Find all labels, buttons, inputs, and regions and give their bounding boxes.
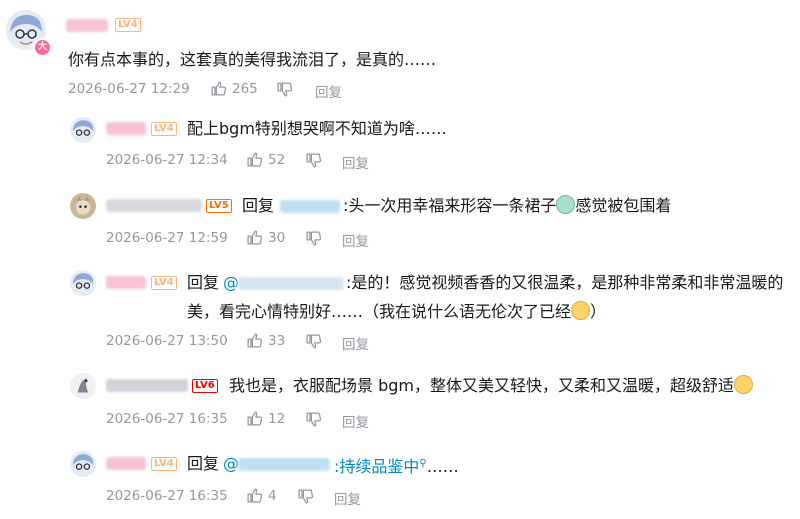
dislike-icon[interactable] bbox=[305, 230, 322, 247]
reply-button[interactable]: 回复 bbox=[315, 81, 342, 101]
like-icon[interactable] bbox=[210, 80, 227, 97]
avatar[interactable] bbox=[70, 270, 96, 296]
level-badge: LV6 bbox=[192, 379, 218, 393]
reply-text: 配上bgm特别想哭啊不知道为啥…… bbox=[187, 119, 447, 138]
reply-button[interactable]: 回复 bbox=[342, 333, 369, 353]
avatar[interactable] bbox=[70, 193, 96, 219]
reply-text-line2-main: 美，看完心情特别好……（我在说什么语无伦次了已经 bbox=[187, 302, 572, 321]
like-icon[interactable] bbox=[246, 229, 263, 246]
comment-time: 2026-06-27 12:29 bbox=[68, 81, 190, 97]
like-count: 4 bbox=[268, 488, 277, 504]
like-icon[interactable] bbox=[246, 151, 263, 168]
like-count: 52 bbox=[268, 152, 286, 168]
username-blurred[interactable] bbox=[106, 379, 188, 392]
avatar[interactable] bbox=[70, 117, 96, 143]
mention-link[interactable]: @ bbox=[223, 272, 239, 294]
reply-time: 2026-06-27 13:50 bbox=[106, 333, 228, 349]
reply-text: 我也是，衣服配场景 bgm，整体又美又轻快，又柔和又温暖，超级舒适 bbox=[229, 375, 753, 397]
reply-text-end: 感觉被包围着 bbox=[575, 196, 672, 215]
reply-button[interactable]: 回复 bbox=[342, 230, 369, 250]
level-badge: LV4 bbox=[151, 276, 177, 290]
reply-time: 2026-06-27 12:34 bbox=[106, 152, 228, 168]
reply-text-main: 我也是，衣服配场景 bgm，整体又美又轻快，又柔和又温暖，超级舒适 bbox=[229, 376, 734, 395]
reply-text-main: :头一次用幸福来形容一条裙子 bbox=[343, 196, 557, 215]
emoji-icon bbox=[571, 301, 591, 320]
reply-button[interactable]: 回复 bbox=[342, 411, 369, 431]
level-badge: LV5 bbox=[206, 199, 232, 213]
like-icon[interactable] bbox=[246, 332, 263, 349]
reply-time: 2026-06-27 16:35 bbox=[106, 411, 228, 427]
comment-text: 你有点本事的，这套真的美得我流泪了，是真的…… bbox=[68, 50, 437, 69]
emoji-icon bbox=[734, 375, 753, 394]
reply-time: 2026-06-27 12:59 bbox=[106, 230, 228, 246]
reply-text-end: …… bbox=[426, 457, 459, 476]
username-blurred[interactable] bbox=[66, 19, 108, 32]
dislike-icon[interactable] bbox=[305, 333, 322, 350]
username-blurred[interactable] bbox=[106, 122, 146, 135]
reply-button[interactable]: 回复 bbox=[342, 152, 369, 172]
reply-prefix: 回复 bbox=[187, 454, 220, 473]
dislike-icon[interactable] bbox=[276, 81, 293, 98]
username-blurred[interactable] bbox=[106, 457, 146, 470]
like-count: 30 bbox=[268, 230, 286, 246]
level-badge: LV4 bbox=[151, 457, 177, 471]
reply-prefix: 回复 bbox=[187, 273, 220, 292]
search-icon[interactable]: ⚲ bbox=[419, 458, 426, 469]
emoji-icon bbox=[556, 195, 576, 214]
username-blurred[interactable] bbox=[106, 276, 146, 289]
reply-text: :头一次用幸福来形容一条裙子 感觉被包围着 bbox=[343, 195, 671, 217]
username-blurred[interactable] bbox=[106, 199, 202, 212]
reply-prefix: 回复 bbox=[242, 196, 275, 215]
reply-text-line1: :是的！感觉视频香香的又很温柔，是那种非常柔和非常温暖的 bbox=[346, 273, 784, 292]
reply-text-line2: 美，看完心情特别好……（我在说什么语无伦次了已经 ） bbox=[187, 301, 606, 323]
mention-username-blurred[interactable] bbox=[238, 458, 330, 471]
mention-link[interactable]: @ bbox=[223, 453, 239, 475]
like-count: 12 bbox=[268, 411, 286, 427]
dislike-icon[interactable] bbox=[297, 488, 314, 505]
like-count: 33 bbox=[268, 333, 286, 349]
avatar[interactable] bbox=[70, 451, 96, 477]
like-count: 265 bbox=[232, 81, 258, 97]
reply-time: 2026-06-27 16:35 bbox=[106, 488, 228, 504]
mention-username-blurred[interactable] bbox=[280, 200, 340, 213]
search-link[interactable]: :持续品鉴中 bbox=[334, 457, 419, 476]
vip-badge-icon: 大 bbox=[33, 38, 52, 57]
reply-text: :持续品鉴中⚲…… bbox=[334, 453, 459, 478]
level-badge: LV4 bbox=[151, 122, 177, 136]
like-icon[interactable] bbox=[246, 487, 263, 504]
reply-button[interactable]: 回复 bbox=[334, 488, 361, 508]
dislike-icon[interactable] bbox=[305, 152, 322, 169]
level-badge: LV4 bbox=[115, 18, 141, 32]
reply-text-line2-end: ） bbox=[590, 302, 607, 321]
dislike-icon[interactable] bbox=[305, 411, 322, 428]
like-icon[interactable] bbox=[246, 410, 263, 427]
mention-username-blurred[interactable] bbox=[238, 277, 344, 290]
avatar[interactable] bbox=[70, 373, 96, 399]
